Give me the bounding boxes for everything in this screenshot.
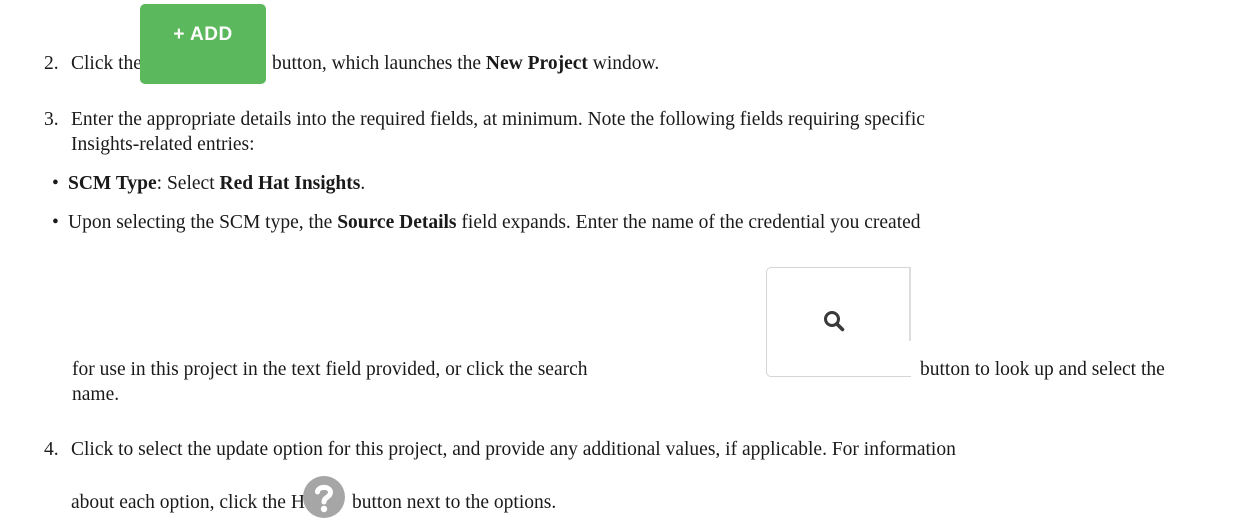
- search-button-divider: [909, 267, 911, 341]
- step-text: button, which launches the: [272, 53, 482, 74]
- step-3-line-2: Insights-related entries:: [71, 133, 255, 157]
- step-text: Click to select the update option for th…: [71, 439, 956, 460]
- step-number: 4.: [44, 439, 59, 460]
- window-name: New Project: [485, 53, 588, 74]
- bullet-scm-type: • SCM Type: Select Red Hat Insights.: [52, 172, 365, 196]
- step-text: Enter the appropriate details into the r…: [71, 109, 925, 130]
- search-button[interactable]: [766, 267, 911, 377]
- step-text: for use in this project in the text fiel…: [72, 359, 588, 380]
- step-4-line-2-end: button next to the options.: [352, 491, 556, 515]
- step-text: Click the: [71, 53, 142, 74]
- step-4-line-1: 4. Click to select the update option for …: [44, 438, 956, 462]
- add-button[interactable]: + ADD: [140, 4, 266, 84]
- step-3-line-1: 3. Enter the appropriate details into the…: [44, 108, 925, 132]
- step-2-continued: button, which launches the New Project w…: [272, 52, 659, 76]
- step-text: button to look up and select the: [920, 359, 1165, 380]
- step-text: button next to the options.: [352, 492, 557, 513]
- step-text: : Select: [156, 173, 215, 194]
- field-name: Source Details: [337, 212, 457, 233]
- step-text: Upon selecting the SCM type, the: [68, 212, 333, 233]
- step-text: .: [360, 173, 366, 194]
- bullet-source-details-line-2-end: button to look up and select the: [920, 358, 1165, 382]
- step-text: Insights-related entries:: [71, 134, 255, 155]
- search-icon: [824, 311, 845, 332]
- bullet-source-details-line-2: for use in this project in the text fiel…: [72, 358, 588, 382]
- bullet-marker: •: [52, 212, 59, 233]
- bullet-source-details-line-1: • Upon selecting the SCM type, the Source…: [52, 211, 921, 235]
- step-number: 2.: [44, 53, 59, 74]
- field-label: SCM Type: [68, 173, 157, 194]
- field-value: Red Hat Insights: [219, 173, 361, 194]
- step-2: 2. Click the: [44, 52, 142, 76]
- step-text: window.: [592, 53, 660, 74]
- step-text: about each option, click the Help: [71, 492, 329, 513]
- step-text: field expands. Enter the name of the cre…: [461, 212, 921, 233]
- bullet-source-details-line-3: name.: [72, 383, 119, 407]
- add-button-label: + ADD: [173, 24, 233, 45]
- step-number: 3.: [44, 109, 59, 130]
- help-icon[interactable]: [302, 475, 346, 519]
- bullet-marker: •: [52, 173, 59, 194]
- step-4-line-2: about each option, click the Help: [71, 491, 329, 515]
- step-text: name.: [72, 384, 120, 405]
